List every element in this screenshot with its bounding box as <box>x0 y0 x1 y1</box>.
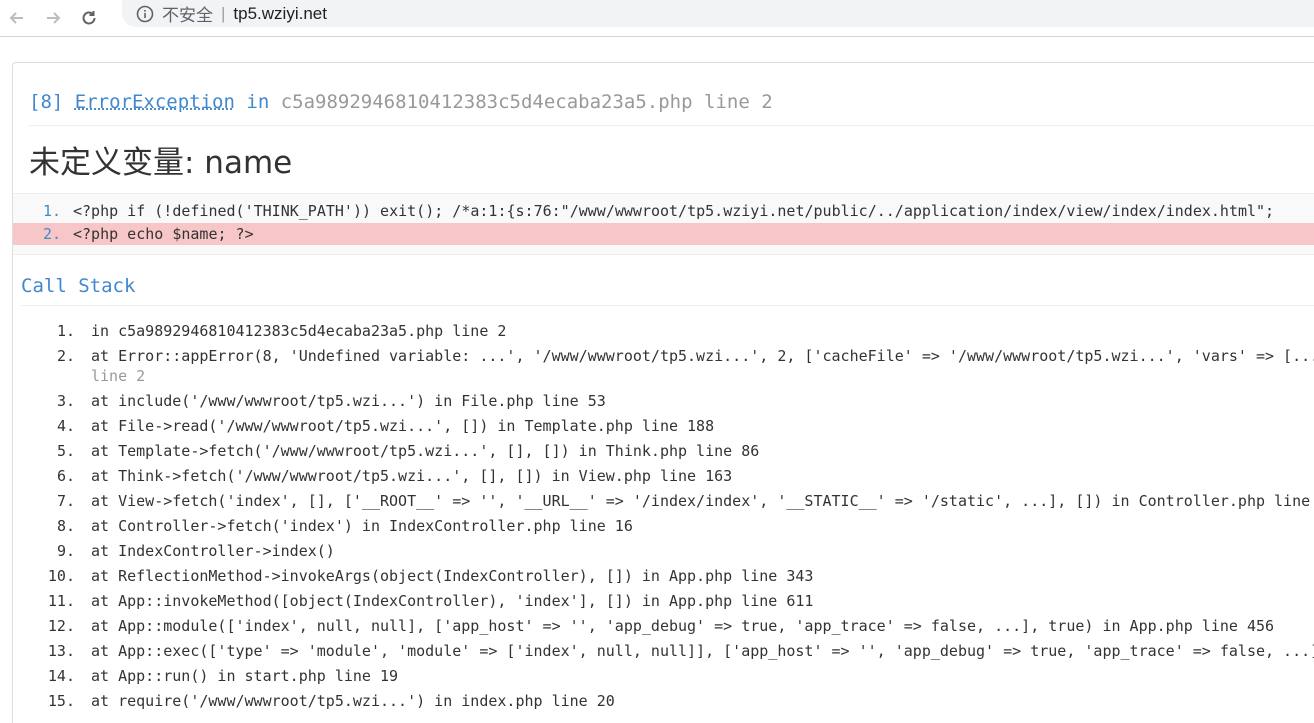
call-stack-title: Call Stack <box>21 275 1314 306</box>
call-stack-item-number: 12. <box>47 617 75 635</box>
call-stack-item-text: at Controller->fetch('index') in IndexCo… <box>91 517 633 535</box>
call-stack-item-number: 2. <box>56 347 75 365</box>
call-stack-item: 4. at File->read('/www/wwwroot/tp5.wzi...… <box>13 416 1314 436</box>
source-code-block: 1. <?php if (!defined('THINK_PATH')) exit… <box>13 193 1314 255</box>
call-stack-item-text: at Think->fetch('/www/wwwroot/tp5.wzi...… <box>91 467 733 485</box>
call-stack-item-number: 7. <box>56 492 75 510</box>
exception-message: 未定义变量: name <box>29 145 293 181</box>
call-stack-item: 13. at App::exec(['type' => 'module', 'mo… <box>13 641 1314 661</box>
exception-code: [8] <box>29 91 64 113</box>
call-stack-item-text: at ReflectionMethod->invokeArgs(object(I… <box>91 567 814 585</box>
url-text[interactable]: tp5.wziyi.net <box>233 4 327 24</box>
call-stack-item-number: 13. <box>47 642 75 660</box>
forward-arrow-icon[interactable] <box>42 7 64 29</box>
call-stack-item: 1. in c5a9892946810412383c5d4ecaba23a5.ph… <box>13 321 1314 341</box>
call-stack-item: 8. at Controller->fetch('index') in Index… <box>13 516 1314 536</box>
call-stack-item-number: 4. <box>56 417 75 435</box>
call-stack-item-number: 5. <box>56 442 75 460</box>
call-stack-item-text: at View->fetch('index', [], ['__ROOT__' … <box>91 492 1314 510</box>
call-stack-item-text: in c5a9892946810412383c5d4ecaba23a5.php … <box>91 322 507 340</box>
call-stack-item-number: 6. <box>56 467 75 485</box>
call-stack-item: 10. at ReflectionMethod->invokeArgs(objec… <box>13 566 1314 586</box>
back-arrow-icon[interactable] <box>6 7 28 29</box>
call-stack-item-number: 3. <box>56 392 75 410</box>
call-stack-item: 5. at Template->fetch('/www/wwwroot/tp5.w… <box>13 441 1314 461</box>
exception-header: [8] ErrorException in c5a989294681041238… <box>29 91 1314 126</box>
call-stack-item-text: at App::run() in start.php line 19 <box>91 667 399 685</box>
call-stack-item: 6. at Think->fetch('/www/wwwroot/tp5.wzi.… <box>13 466 1314 486</box>
call-stack-item-number: 15. <box>47 692 75 710</box>
call-stack-item-number: 11. <box>47 592 75 610</box>
call-stack-item-number: 9. <box>56 542 75 560</box>
call-stack-item-text: at Template->fetch('/www/wwwroot/tp5.wzi… <box>91 442 760 460</box>
call-stack-item-text: at include('/www/wwwroot/tp5.wzi...') in… <box>91 392 606 410</box>
info-icon[interactable] <box>136 5 154 23</box>
call-stack-item-text: at App::exec(['type' => 'module', 'modul… <box>91 642 1314 660</box>
call-stack-item-text: at App::invokeMethod([object(IndexContro… <box>91 592 814 610</box>
call-stack-item-number: 10. <box>47 567 75 585</box>
call-stack-item: 3. at include('/www/wwwroot/tp5.wzi...') … <box>13 391 1314 411</box>
call-stack-item-text: at App::module(['index', null, null], ['… <box>91 617 1275 635</box>
reload-icon[interactable] <box>78 7 100 29</box>
call-stack-item: 7. at View->fetch('index', [], ['__ROOT__… <box>13 491 1314 511</box>
call-stack-item: 14. at App::run() in start.php line 19 <box>13 666 1314 686</box>
call-stack-item-continuation: line 2 <box>91 367 146 385</box>
call-stack-item: 9. at IndexController->index() <box>13 541 1314 561</box>
insecure-label: 不安全 <box>162 6 213 25</box>
call-stack-item: 15. at require('/www/wwwroot/tp5.wzi...')… <box>13 691 1314 711</box>
exception-class: ErrorException <box>74 91 235 113</box>
source-line-number: 1. <box>42 202 61 220</box>
source-line: 1. <?php if (!defined('THINK_PATH')) exit… <box>13 200 1314 222</box>
source-line-code: <?php echo $name; ?> <box>73 225 254 243</box>
call-stack-item-text: at require('/www/wwwroot/tp5.wzi...') in… <box>91 692 615 710</box>
call-stack-list: 1. in c5a9892946810412383c5d4ecaba23a5.ph… <box>13 321 1314 716</box>
exception-line: line 2 <box>704 91 773 113</box>
call-stack-item: 11. at App::invokeMethod([object(IndexCon… <box>13 591 1314 611</box>
call-stack-item-text: at Error::appError(8, 'Undefined variabl… <box>91 347 1314 365</box>
browser-toolbar: 不安全 | tp5.wziyi.net <box>0 0 1314 37</box>
call-stack-item-text: at IndexController->index() <box>91 542 335 560</box>
call-stack-item-number: 14. <box>47 667 75 685</box>
call-stack-item: 2. at Error::appError(8, 'Undefined varia… <box>13 346 1314 386</box>
source-line-number: 2. <box>42 225 61 243</box>
source-line-code: <?php if (!defined('THINK_PATH')) exit()… <box>73 202 1275 220</box>
call-stack-item-number: 8. <box>56 517 75 535</box>
exception-file: c5a9892946810412383c5d4ecaba23a5.php <box>280 91 693 113</box>
call-stack-item: 12. at App::module(['index', null, null],… <box>13 616 1314 636</box>
source-line-highlighted: 2. <?php echo $name; ?> <box>13 223 1314 245</box>
call-stack-item-number: 1. <box>56 322 75 340</box>
url-separator: | <box>221 3 226 23</box>
call-stack-item-text: at File->read('/www/wwwroot/tp5.wzi...',… <box>91 417 715 435</box>
error-panel: [8] ErrorException in c5a989294681041238… <box>12 62 1314 723</box>
exception-in: in <box>246 91 270 113</box>
address-bar[interactable]: 不安全 | tp5.wziyi.net <box>122 0 1314 27</box>
